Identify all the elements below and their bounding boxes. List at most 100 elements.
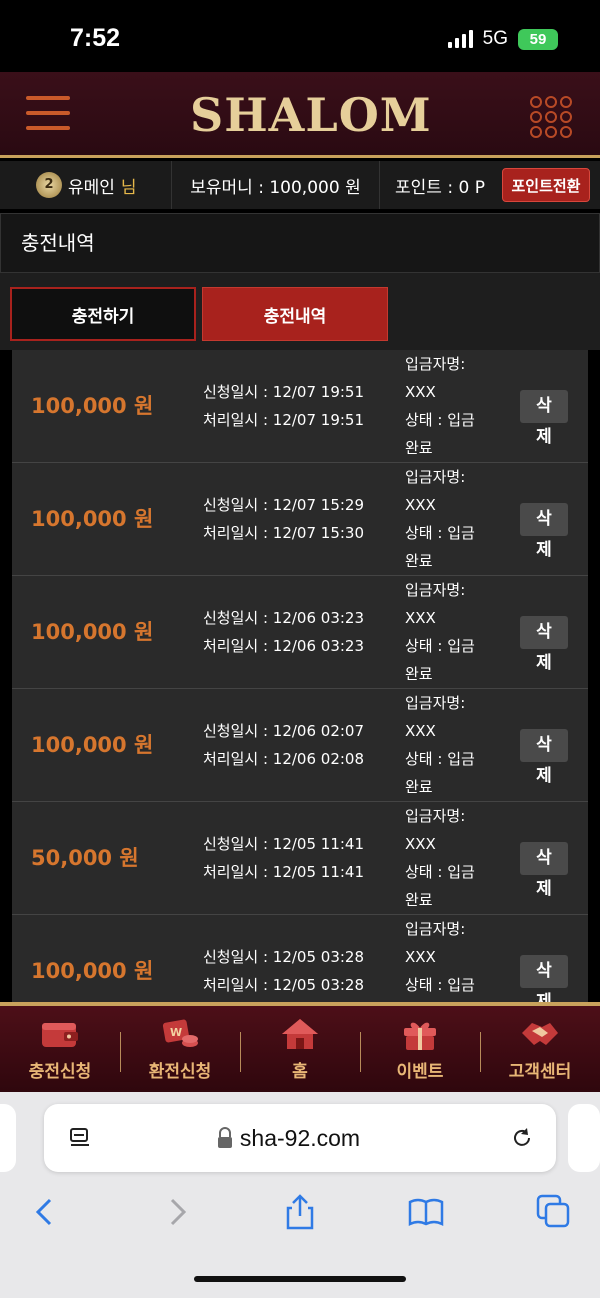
site-header: SHALOM [0, 72, 600, 158]
delete-button-tail[interactable]: 제 [520, 536, 568, 564]
process-time: 처리일시 : 12/07 15:30 [203, 524, 365, 542]
record-amount: 100,000 원 [31, 394, 154, 418]
bookmarks-icon[interactable] [406, 1192, 446, 1232]
user-info-bar: 2 유메인 님 보유머니 : 100,000 원 포인트 : 0 P 포인트전환 [0, 161, 600, 209]
nav-label: 환전신청 [148, 1062, 212, 1082]
process-time: 처리일시 : 12/05 03:28 [203, 976, 365, 994]
depositor-label: 입금자명: [405, 355, 466, 373]
record-amount: 100,000 원 [31, 507, 154, 531]
delete-button[interactable]: 삭 [520, 503, 568, 536]
delete-button-tail[interactable]: 제 [520, 649, 568, 677]
nav-event[interactable]: 이벤트 [360, 1006, 480, 1092]
record-info: 입금자명: XXX 상태 : 입금 완료 [405, 915, 495, 1002]
nav-label: 홈 [292, 1062, 308, 1082]
delete-button-tail[interactable]: 제 [520, 988, 568, 1002]
handshake-icon [522, 1023, 558, 1045]
url-text[interactable]: sha-92.com [44, 1104, 556, 1172]
record-amount: 100,000 원 [31, 620, 154, 644]
depositor-label: 입금자명: [405, 920, 466, 938]
delete-button-tail[interactable]: 제 [520, 762, 568, 790]
record-info: 입금자명: XXX 상태 : 입금 완료 [405, 576, 495, 688]
delete-button[interactable]: 삭 [520, 729, 568, 762]
back-icon[interactable] [26, 1192, 66, 1232]
depositor-name: XXX [405, 609, 436, 627]
forward-icon[interactable] [156, 1192, 196, 1232]
charge-history-list[interactable]: 100,000 원 신청일시 : 12/07 19:51 처리일시 : 12/0… [12, 350, 588, 1002]
tab-charge[interactable]: 충전하기 [10, 287, 196, 341]
depositor-name: XXX [405, 722, 436, 740]
record-amount: 50,000 원 [31, 846, 139, 870]
list-item: 100,000 원 신청일시 : 12/06 02:07 처리일시 : 12/0… [12, 689, 588, 802]
record-dates: 신청일시 : 12/07 15:29 처리일시 : 12/07 15:30 [203, 491, 364, 547]
tab-bar: 충전하기 충전내역 [0, 273, 600, 350]
list-item: 100,000 원 신청일시 : 12/06 03:23 처리일시 : 12/0… [12, 576, 588, 689]
record-info: 입금자명: XXX 상태 : 입금 완료 [405, 802, 495, 914]
tabs-icon[interactable] [534, 1192, 574, 1232]
status-tail: 완료 [405, 778, 433, 796]
request-time: 신청일시 : 12/06 02:07 [203, 722, 365, 740]
share-icon[interactable] [280, 1192, 320, 1232]
nav-home[interactable]: 홈 [240, 1006, 360, 1092]
tab-charge-history[interactable]: 충전내역 [202, 287, 388, 341]
status-label: 상태 : 입금 [405, 637, 475, 655]
nav-exchange-request[interactable]: W 환전신청 [120, 1006, 240, 1092]
network-label: 5G [482, 28, 508, 49]
delete-button-tail[interactable]: 제 [520, 875, 568, 903]
battery-icon: 59 [518, 28, 558, 50]
point-convert-button[interactable]: 포인트전환 [502, 168, 590, 202]
point-balance: 포인트 : 0 P [395, 177, 485, 198]
nav-label: 고객센터 [508, 1062, 572, 1082]
delete-button[interactable]: 삭 [520, 955, 568, 988]
wallet-icon [42, 1023, 78, 1047]
lock-icon [218, 1127, 232, 1148]
status-bar: 7:52 5G 59 [0, 0, 600, 72]
depositor-label: 입금자명: [405, 468, 466, 486]
record-dates: 신청일시 : 12/05 03:28 처리일시 : 12/05 03:28 [203, 943, 364, 999]
record-dates: 신청일시 : 12/07 19:51 처리일시 : 12/07 19:51 [203, 378, 364, 434]
next-tab-peek[interactable] [568, 1104, 600, 1172]
apps-grid-icon[interactable] [530, 96, 572, 138]
status-label: 상태 : 입금 [405, 750, 475, 768]
coins-icon: W [162, 1019, 198, 1047]
record-amount: 100,000 원 [31, 733, 154, 757]
request-time: 신청일시 : 12/05 03:28 [203, 948, 365, 966]
delete-button[interactable]: 삭 [520, 390, 568, 423]
depositor-name: XXX [405, 496, 436, 514]
prev-tab-peek[interactable] [0, 1104, 16, 1172]
request-time: 신청일시 : 12/05 11:41 [203, 835, 365, 853]
home-indicator[interactable] [194, 1276, 406, 1282]
record-amount: 100,000 원 [31, 959, 154, 983]
nav-charge-request[interactable]: 충전신청 [0, 1006, 120, 1092]
nav-label: 충전신청 [28, 1062, 92, 1082]
page-title: 충전내역 [0, 213, 600, 273]
list-item: 100,000 원 신청일시 : 12/07 15:29 처리일시 : 12/0… [12, 463, 588, 576]
reload-icon[interactable] [510, 1126, 534, 1150]
record-dates: 신청일시 : 12/06 02:07 처리일시 : 12/06 02:08 [203, 717, 364, 773]
signal-icon [447, 30, 473, 48]
delete-button-tail[interactable]: 제 [520, 423, 568, 451]
svg-text:W: W [170, 1026, 182, 1039]
status-label: 상태 : 입금 [405, 411, 475, 429]
nav-label: 이벤트 [396, 1062, 444, 1082]
status-label: 상태 : 입금 [405, 524, 475, 542]
address-bar[interactable]: sha-92.com [44, 1104, 556, 1172]
request-time: 신청일시 : 12/07 15:29 [203, 496, 365, 514]
record-info: 입금자명: XXX 상태 : 입금 완료 [405, 350, 495, 462]
home-icon [282, 1019, 318, 1049]
process-time: 처리일시 : 12/05 11:41 [203, 863, 365, 881]
delete-button[interactable]: 삭 [520, 616, 568, 649]
browser-toolbar [0, 1192, 600, 1252]
record-dates: 신청일시 : 12/06 03:23 처리일시 : 12/06 03:23 [203, 604, 364, 660]
nav-customer-center[interactable]: 고객센터 [480, 1006, 600, 1092]
record-info: 입금자명: XXX 상태 : 입금 완료 [405, 689, 495, 801]
site-logo[interactable]: SHALOM [190, 90, 431, 140]
list-item: 100,000 원 신청일시 : 12/05 03:28 처리일시 : 12/0… [12, 915, 588, 1002]
list-item: 50,000 원 신청일시 : 12/05 11:41 처리일시 : 12/05… [12, 802, 588, 915]
menu-icon[interactable] [26, 96, 70, 136]
status-tail: 완료 [405, 891, 433, 909]
status-label: 상태 : 입금 [405, 976, 475, 994]
delete-button[interactable]: 삭 [520, 842, 568, 875]
status-label: 상태 : 입금 [405, 863, 475, 881]
depositor-label: 입금자명: [405, 581, 466, 599]
record-dates: 신청일시 : 12/05 11:41 처리일시 : 12/05 11:41 [203, 830, 364, 886]
